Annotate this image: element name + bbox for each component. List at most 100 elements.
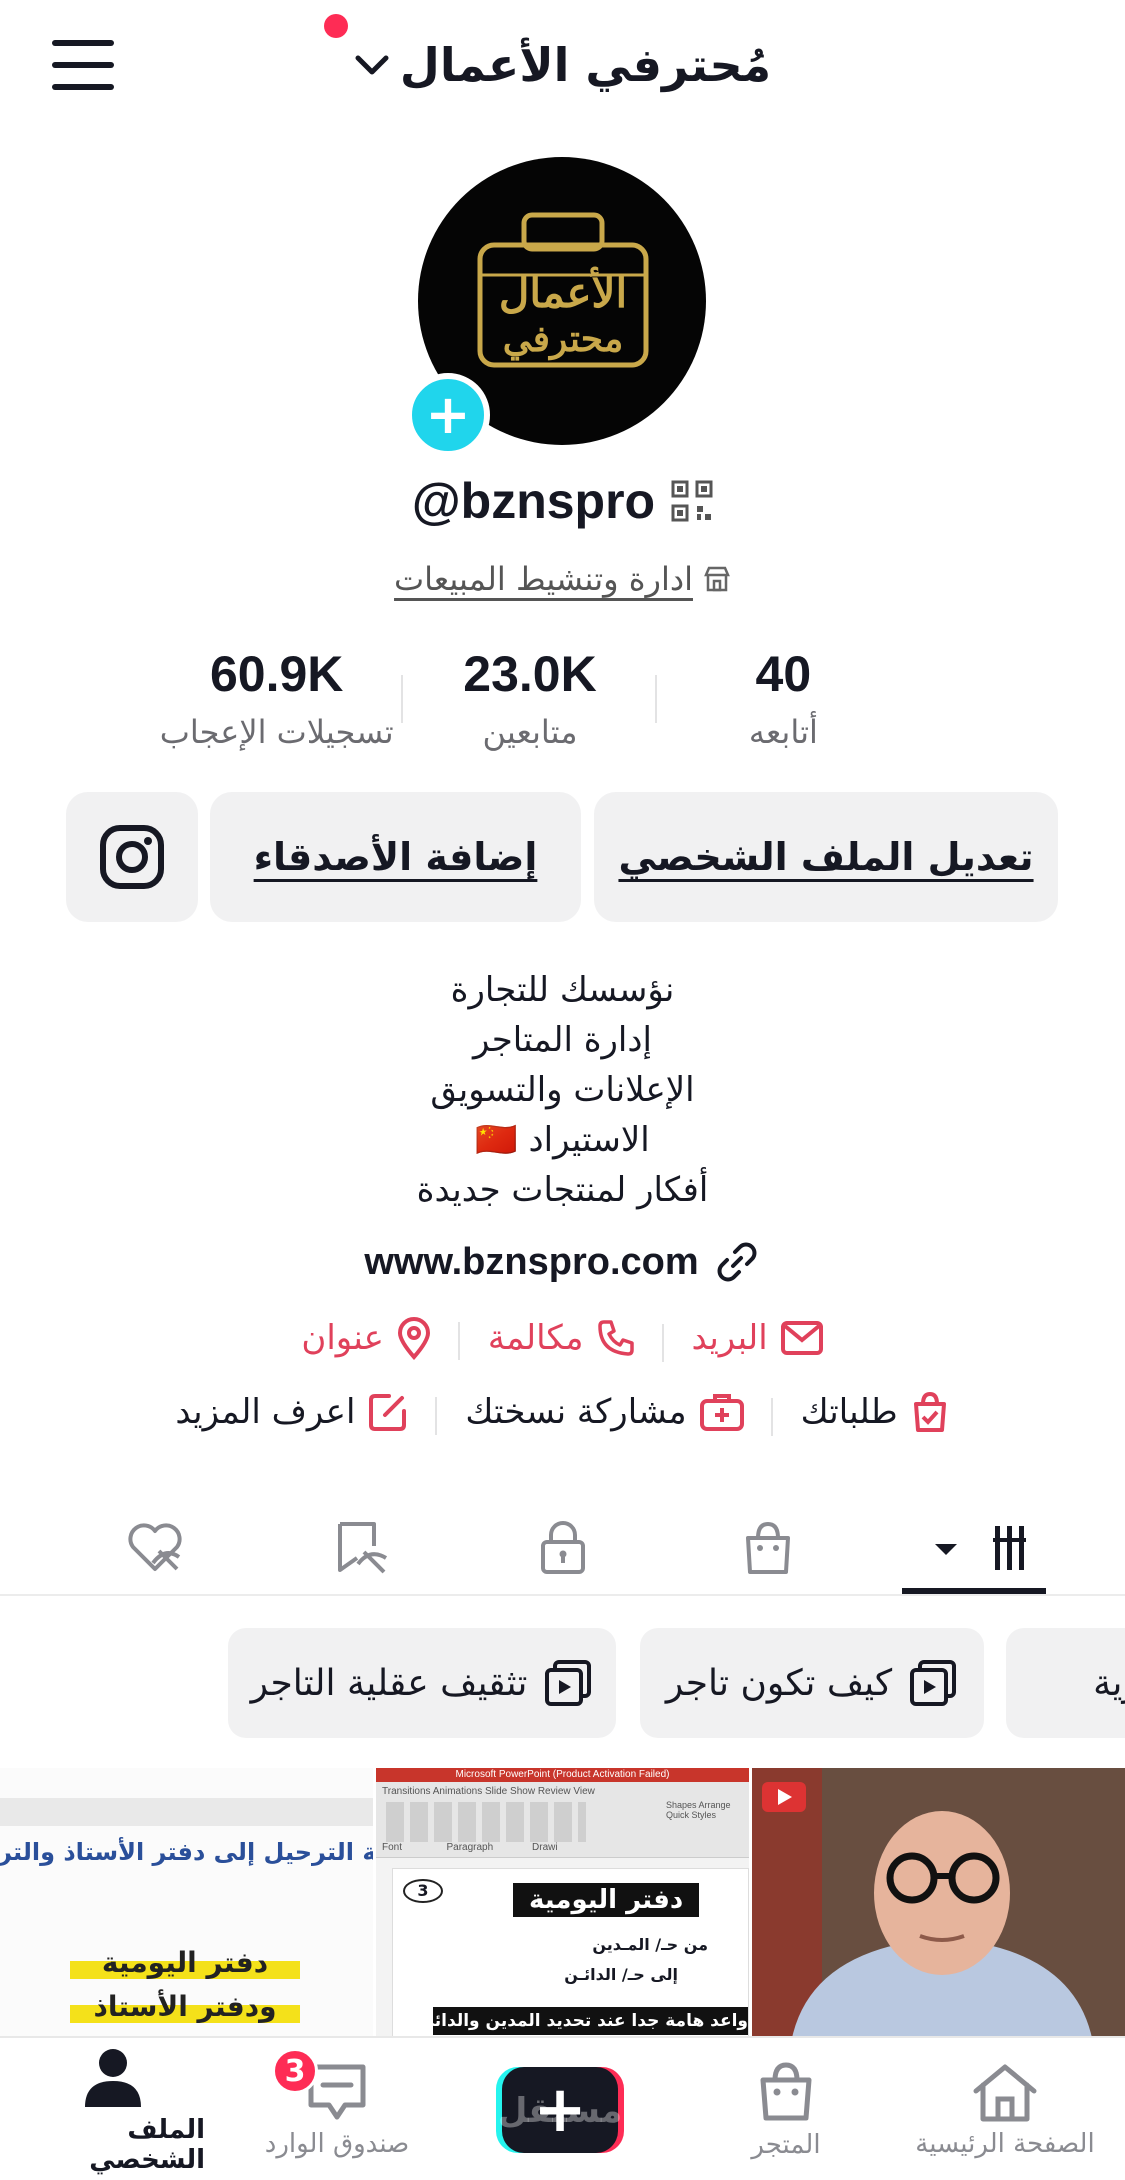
tab-private[interactable] (508, 1500, 618, 1596)
nav-home-label: الصفحة الرئيسية (915, 2129, 1095, 2159)
followers-count: 23.0K (463, 646, 597, 702)
followers-label: متابعين (482, 713, 578, 751)
stat-following[interactable]: 40 أتابعه (657, 645, 910, 765)
avatar-logo-top: الأعمال (499, 266, 627, 317)
phone-icon (597, 1320, 634, 1356)
video-thumbnail[interactable]: يفية الترحيل إلى دفتر الأستاذ والترصيد: … (0, 1768, 373, 2038)
nav-shop[interactable]: المتجر (716, 2038, 856, 2180)
chevron-down-icon (355, 55, 389, 75)
stat-followers[interactable]: 23.0K متابعين (403, 645, 658, 765)
inbox-badge: 3 (272, 2048, 318, 2094)
location-pin-icon (397, 1317, 430, 1360)
bookmark-hidden-icon (338, 1522, 388, 1574)
playlist-label: تثقيف عقلية التاجر (250, 1662, 528, 1704)
avatar-logo-bottom: محترفي (503, 318, 623, 361)
orders-button[interactable]: طلباتك (773, 1390, 978, 1434)
following-label: أتابعه (748, 713, 818, 751)
account-name: مُحترفي الأعمال (399, 38, 772, 92)
nav-inbox-label: صندوق الوارد (264, 2129, 410, 2159)
nav-shop-label: المتجر (751, 2130, 821, 2160)
learn-more-button[interactable]: اعرف المزيد (147, 1391, 438, 1435)
likes-label: تسجيلات الإعجاب (159, 713, 394, 751)
thumb-ribbon-groups: Font Paragraph Drawi (382, 1842, 558, 1853)
likes-count: 60.9K (209, 646, 344, 702)
following-count: 40 (755, 646, 812, 702)
bottom-navigation: الصفحة الرئيسية المتجر + مستقل صندوق الو… (0, 2036, 1125, 2180)
thumb-line: من حـ/ المـدين (592, 1935, 708, 1954)
shopping-bag-icon (746, 1521, 790, 1574)
bio-line: الاستيراد 🇨🇳 (475, 1120, 650, 1160)
website-url: www.bznspro.com (364, 1240, 699, 1283)
bio-line: نؤسسك للتجارة (450, 970, 675, 1010)
playlist-chip[interactable]: كيف تكون تاجر (640, 1628, 984, 1738)
extras-row: طلباتك مشاركة نسختك اعرف المزيد (0, 1390, 1125, 1436)
shopping-bag-icon (760, 2062, 812, 2121)
address-button[interactable]: عنوان (273, 1316, 460, 1360)
category-label: ادارة وتنشيط المبيعات (394, 560, 693, 598)
add-story-button[interactable]: + (406, 373, 490, 457)
active-tab-indicator (902, 1588, 1046, 1594)
qr-code-icon[interactable] (671, 480, 713, 522)
playlist-icon (910, 1660, 957, 1706)
edit-square-icon (369, 1394, 407, 1431)
bio: نؤسسك للتجارة إدارة المتاجر الإعلانات وا… (0, 965, 1125, 1215)
tab-favorites[interactable] (305, 1500, 415, 1596)
username: @bznspro (411, 473, 656, 529)
thumb-ribbon-tabs: Transitions Animations Slide Show Review… (382, 1786, 595, 1797)
contact-row: البريد مكالمة عنوان (0, 1316, 1125, 1362)
thumb-number: 3 (403, 1879, 443, 1903)
playlist-label: كيف تكون تاجر (665, 1662, 893, 1704)
orders-label: طلباتك (800, 1392, 898, 1432)
edit-profile-label: تعديل الملف الشخصي (618, 835, 1034, 879)
learn-more-label: اعرف المزيد (175, 1392, 356, 1432)
bio-line: إدارة المتاجر (473, 1020, 652, 1060)
playlists-row: تجارية كيف تكون تاجر تثقيف عقلية التاجر (0, 1628, 1125, 1738)
store-icon (704, 566, 730, 592)
stat-likes[interactable]: 60.9K تسجيلات الإعجاب (150, 645, 404, 765)
thumb-heading: يفية الترحيل إلى دفتر الأستاذ والترصيد: (0, 1838, 373, 1866)
business-category[interactable]: ادارة وتنشيط المبيعات (0, 560, 1125, 598)
nav-home[interactable]: الصفحة الرئيسية (900, 2038, 1110, 2180)
call-label: مكالمة (487, 1318, 584, 1358)
tab-videos[interactable] (902, 1500, 1046, 1596)
email-label: البريد (691, 1318, 768, 1358)
thumb-title: دفتر اليومية (513, 1883, 700, 1917)
video-thumbnail[interactable]: Microsoft PowerPoint (Product Activation… (376, 1768, 749, 2038)
create-button[interactable]: + مستقل (490, 2038, 630, 2180)
nav-profile[interactable]: الملف الشخصي (20, 2038, 205, 2180)
person-icon (84, 2049, 141, 2107)
thumb-footer: واعد هامة جدا عند تحديد المدين والدائن (433, 2007, 748, 2035)
instagram-button[interactable] (66, 792, 198, 922)
shopping-bag-check-icon (913, 1391, 946, 1432)
account-switcher[interactable]: مُحترفي الأعمال (0, 28, 1125, 102)
bio-line: أفكار لمنتجات جديدة (416, 1170, 709, 1210)
playlist-chip[interactable]: تثقيف عقلية التاجر (228, 1628, 616, 1738)
link-icon (717, 1242, 757, 1282)
profile-screen: مُحترفي الأعمال الأعمال محترفي + @bznspr… (0, 0, 1125, 2180)
call-button[interactable]: مكالمة (460, 1318, 664, 1362)
email-button[interactable]: البريد (664, 1318, 852, 1358)
nav-profile-label: الملف الشخصي (89, 2115, 205, 2175)
bio-line: الإعلانات والتسويق (430, 1070, 695, 1110)
add-friends-label: إضافة الأصدقاء (253, 835, 538, 879)
share-copy-label: مشاركة نسختك (465, 1392, 687, 1432)
playlist-chip[interactable]: تجارية (1006, 1628, 1125, 1738)
mail-icon (780, 1321, 823, 1355)
stats-row: 40 أتابعه 23.0K متابعين 60.9K تسجيلات ال… (150, 645, 910, 765)
video-grid: يفية الترحيل إلى دفتر الأستاذ والترصيد: … (0, 1768, 1125, 2038)
tab-shop[interactable] (713, 1500, 823, 1596)
edit-profile-button[interactable]: تعديل الملف الشخصي (594, 792, 1058, 922)
video-thumbnail[interactable] (752, 1768, 1125, 2038)
thumb-line: ودفتر الأستاذ (70, 1990, 300, 2023)
tab-liked[interactable] (100, 1500, 210, 1596)
playlist-icon (545, 1660, 592, 1706)
content-tabs (0, 1500, 1125, 1596)
address-label: عنوان (301, 1318, 384, 1358)
bag-plus-icon (699, 1394, 744, 1431)
share-copy-button[interactable]: مشاركة نسختك (437, 1392, 773, 1436)
website-link[interactable]: www.bznspro.com (0, 1238, 1125, 1286)
heart-hidden-icon (128, 1523, 182, 1571)
playlist-label: تجارية (1093, 1662, 1125, 1704)
add-friends-button[interactable]: إضافة الأصدقاء (210, 792, 581, 922)
watermark: مستقل (497, 2091, 623, 2131)
